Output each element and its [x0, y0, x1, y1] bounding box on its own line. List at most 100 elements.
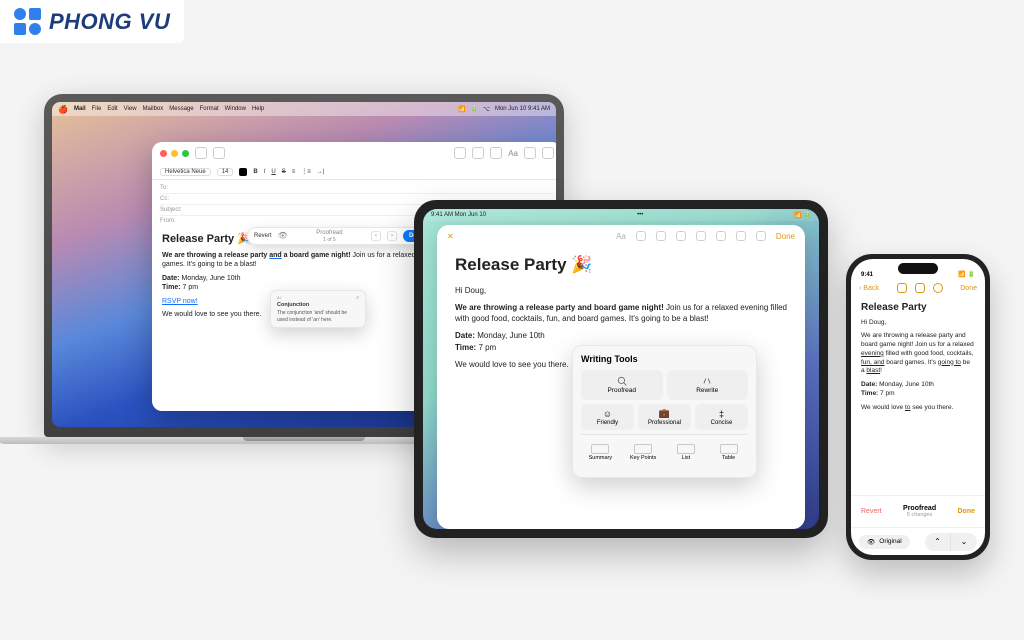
- header-fields-button[interactable]: [213, 147, 225, 159]
- proofread-changes: 5 changes: [882, 512, 958, 518]
- revert-button[interactable]: Revert: [861, 508, 882, 515]
- notes-window: ✕ Aa Done Release Party 🎉 Hi Doug, We: [437, 225, 805, 529]
- battery-icon[interactable]: 🔋: [471, 106, 478, 113]
- proofread-bar: Revert Proofread 5 changes Done: [851, 495, 985, 527]
- ai-icon[interactable]: [897, 283, 907, 293]
- table-icon[interactable]: [656, 231, 666, 241]
- macos-menubar[interactable]: 🍎 Mail File Edit View Mailbox Message Fo…: [52, 102, 556, 116]
- subject-label: Subject:: [160, 207, 184, 213]
- apple-menu-icon[interactable]: 🍎: [58, 105, 68, 114]
- menubar-clock[interactable]: Mon Jun 10 9:41 AM: [495, 106, 550, 112]
- attach-icon[interactable]: [472, 147, 484, 159]
- format-icon[interactable]: [490, 147, 502, 159]
- ai-icon[interactable]: [454, 147, 466, 159]
- to-field[interactable]: [188, 185, 554, 191]
- text-style-button[interactable]: Aa: [616, 232, 626, 241]
- align-button[interactable]: ≡: [292, 169, 296, 175]
- list-button[interactable]: List: [667, 437, 706, 467]
- share-icon[interactable]: [915, 283, 925, 293]
- next-change-button[interactable]: ⌄: [951, 533, 977, 551]
- prev-suggestion-button[interactable]: ‹: [371, 231, 381, 241]
- text-color-swatch[interactable]: [239, 168, 247, 176]
- highlighted-conjunction[interactable]: and: [269, 252, 281, 259]
- share-icon[interactable]: [716, 231, 726, 241]
- photos-icon[interactable]: [542, 147, 554, 159]
- menubar-file[interactable]: File: [92, 106, 102, 112]
- more-icon[interactable]: [933, 283, 943, 293]
- ai-badge: AI: [277, 295, 281, 300]
- italic-button[interactable]: I: [264, 169, 266, 175]
- status-time: 9:41: [861, 272, 873, 278]
- concise-button[interactable]: ‡Concise: [695, 404, 748, 430]
- greeting: Hi Doug,: [455, 285, 787, 296]
- table-button[interactable]: Table: [709, 437, 748, 467]
- original-nav-bar: 👁Original ⌃ ⌄: [851, 527, 985, 555]
- menubar-help[interactable]: Help: [252, 106, 264, 112]
- notes-toolbar: ✕ Aa Done: [437, 225, 805, 247]
- original-toggle[interactable]: 👁Original: [859, 535, 910, 549]
- writing-tools-title: Writing Tools: [581, 354, 748, 364]
- menubar-view[interactable]: View: [124, 106, 137, 112]
- ios-notes-screen: 9:41 📶 🔋 ‹ Back Done Release Party Hi Do…: [851, 259, 985, 555]
- wifi-icon[interactable]: 📶: [458, 106, 465, 113]
- menubar-format[interactable]: Format: [200, 106, 219, 112]
- control-center-icon[interactable]: ⌥: [483, 106, 490, 113]
- proofread-button[interactable]: Proofread: [581, 370, 663, 400]
- dynamic-island: [898, 263, 938, 274]
- summary-icon: [591, 444, 609, 454]
- font-size-select[interactable]: 14: [217, 168, 234, 176]
- friendly-button[interactable]: ☺Friendly: [581, 404, 634, 430]
- more-icon[interactable]: [756, 231, 766, 241]
- mail-toolbar: Aa: [152, 142, 556, 164]
- back-button[interactable]: ‹ Back: [859, 285, 879, 292]
- proofread-done-button[interactable]: Done: [958, 508, 976, 515]
- prev-change-button[interactable]: ⌃: [925, 533, 951, 551]
- date-value: Monday, June 10th: [181, 275, 240, 282]
- menubar-edit[interactable]: Edit: [107, 106, 117, 112]
- checklist-icon[interactable]: [636, 231, 646, 241]
- strike-button[interactable]: S: [282, 169, 286, 175]
- window-traffic-lights[interactable]: [160, 150, 189, 157]
- next-suggestion-button[interactable]: ›: [387, 231, 397, 241]
- brand-logo: PHONG VU: [0, 0, 184, 43]
- menubar-app[interactable]: Mail: [74, 106, 86, 112]
- font-family-select[interactable]: Helvetica Neue: [160, 168, 211, 176]
- magnify-icon: [617, 376, 627, 386]
- rewrite-button[interactable]: Rewrite: [667, 370, 749, 400]
- proofread-counter: 1 of 5: [294, 237, 365, 244]
- list-button[interactable]: ⋮≡: [301, 168, 311, 175]
- tooltip-title: Conjunction: [277, 302, 359, 309]
- send-button[interactable]: [195, 147, 207, 159]
- bold-button[interactable]: B: [253, 169, 257, 175]
- notes-editor[interactable]: Release Party Hi Doug, We are throwing a…: [851, 297, 985, 495]
- done-button[interactable]: Done: [960, 285, 977, 292]
- close-icon[interactable]: ✕: [447, 232, 454, 241]
- ipad-multitask-dots[interactable]: •••: [637, 212, 643, 218]
- proofread-revert-button[interactable]: Revert: [254, 232, 272, 240]
- menubar-message[interactable]: Message: [169, 106, 193, 112]
- keypoints-button[interactable]: Key Points: [624, 437, 663, 467]
- underline-button[interactable]: U: [271, 169, 275, 175]
- emoji-icon[interactable]: [524, 147, 536, 159]
- menubar-mailbox[interactable]: Mailbox: [143, 106, 164, 112]
- summary-button[interactable]: Summary: [581, 437, 620, 467]
- to-label: To:: [160, 185, 184, 191]
- brand-name: PHONG VU: [49, 9, 170, 35]
- ipad-status-right: 📶 🔋: [794, 212, 811, 219]
- done-button[interactable]: Done: [776, 232, 795, 241]
- text-style-button[interactable]: Aa: [508, 149, 518, 158]
- ipad-device: 9:41 AM Mon Jun 10 ••• 📶 🔋 ✕ Aa D: [414, 200, 828, 538]
- proofread-label: Proofread: [294, 229, 365, 237]
- note-title: Release Party 🎉: [455, 253, 787, 277]
- menubar-window[interactable]: Window: [225, 106, 246, 112]
- indent-button[interactable]: →|: [317, 169, 325, 175]
- cc-label: Cc:: [160, 196, 184, 202]
- drawing-icon[interactable]: [696, 231, 706, 241]
- rewrite-icon: [702, 376, 712, 386]
- preview-icon[interactable]: 👁: [278, 231, 288, 242]
- rsvp-link[interactable]: RSVP now!: [162, 298, 198, 305]
- undo-icon[interactable]: ↺: [356, 295, 359, 300]
- professional-button[interactable]: 💼Professional: [638, 404, 691, 430]
- ai-icon[interactable]: [736, 231, 746, 241]
- attach-icon[interactable]: [676, 231, 686, 241]
